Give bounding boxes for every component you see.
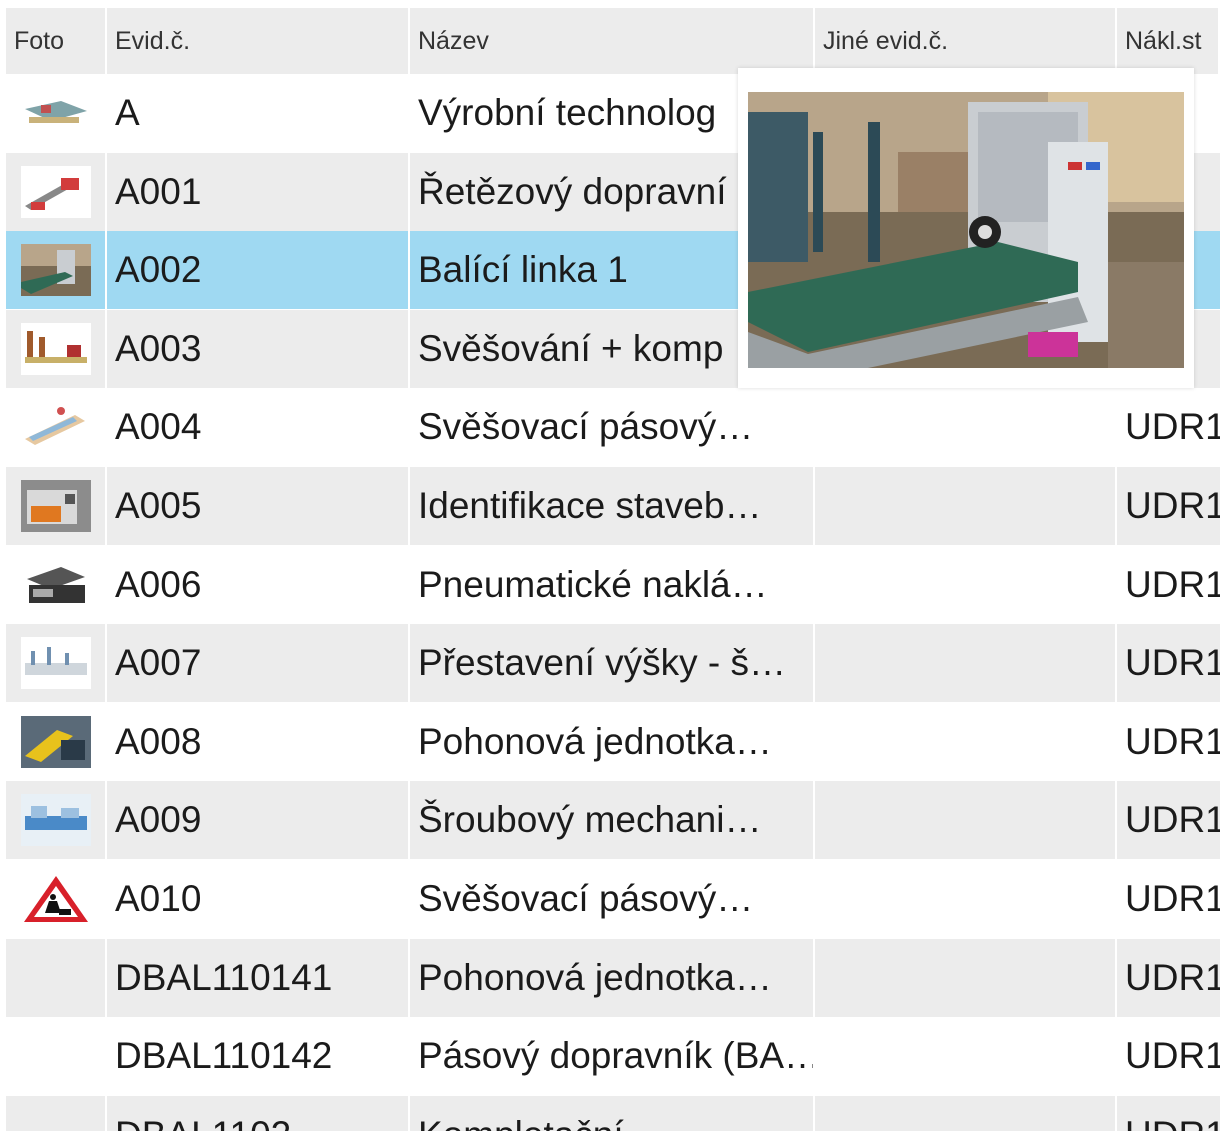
row-evid-cell: A002: [107, 231, 410, 310]
row-photo-cell[interactable]: [6, 702, 107, 781]
column-header-nazev[interactable]: Název: [410, 8, 815, 74]
row-photo-cell[interactable]: [6, 545, 107, 624]
row-photo-cell[interactable]: [6, 152, 107, 231]
pneumatic-loader-thumbnail-icon: [20, 558, 91, 611]
row-jine-cell: [815, 938, 1117, 1017]
table-row[interactable]: A006 Pneumatické naklá… UDR1: [6, 545, 1220, 624]
row-nakl-cell: UDR1: [1125, 956, 1220, 998]
row-nazev-cell: Svěšovací pásový…: [410, 388, 815, 467]
row-evid-cell: A: [107, 74, 410, 152]
chain-conveyor-thumbnail-icon: [20, 165, 91, 218]
table-row[interactable]: A005 Identifikace staveb… UDR1: [6, 467, 1220, 545]
row-evid-cell: A006: [107, 545, 410, 624]
table-row[interactable]: A004 Svěšovací pásový… UDR1: [6, 388, 1220, 467]
building-id-thumbnail-icon: [20, 480, 91, 532]
height-adjust-thumbnail-icon: [20, 637, 91, 690]
row-nazev-cell: Kompletační…: [410, 1095, 815, 1131]
table-row[interactable]: A010 Svěšovací pásový… UDR1: [6, 860, 1220, 938]
column-header-nakl[interactable]: Nákl.st: [1117, 8, 1220, 74]
row-nakl-cell: UDR1: [1125, 878, 1220, 919]
row-photo-cell[interactable]: [6, 860, 107, 938]
row-photo-cell[interactable]: [6, 624, 107, 703]
grid-header: Foto Evid.č. Název Jiné evid.č. Nákl.st: [6, 8, 1220, 74]
row-nazev-cell: Pohonová jednotka…: [410, 938, 815, 1017]
table-row[interactable]: DBAL110141 Pohonová jednotka… UDR1: [6, 938, 1220, 1017]
row-photo-cell[interactable]: [6, 1095, 107, 1131]
column-header-evid[interactable]: Evid.č.: [107, 8, 410, 74]
row-evid-cell: A001: [107, 152, 410, 231]
drive-unit-thumbnail-icon: [20, 715, 91, 768]
table-row[interactable]: DBAL110142 Pásový dopravník (BA… UDR1: [6, 1017, 1220, 1096]
work-in-progress-sign-icon: [20, 873, 91, 925]
row-nazev-cell: Identifikace staveb…: [410, 467, 815, 545]
row-nazev-cell: Přestavení výšky - š…: [410, 624, 815, 703]
row-photo-cell[interactable]: [6, 74, 107, 152]
row-nakl-cell: UDR1: [1125, 720, 1220, 762]
row-nakl-cell: UDR1: [1125, 1035, 1220, 1077]
table-row[interactable]: DBAL1102…Kompletační… UDR1: [6, 1095, 1220, 1131]
row-evid-cell: A005: [107, 467, 410, 545]
row-nazev-cell: Pneumatické naklá…: [410, 545, 815, 624]
row-photo-cell[interactable]: [6, 231, 107, 310]
row-jine-cell: [815, 702, 1117, 781]
row-jine-cell: [815, 860, 1117, 938]
row-evid-cell: DBAL110141: [107, 938, 410, 1017]
row-evid-cell: DBAL1102…: [107, 1095, 410, 1131]
table-row[interactable]: A009 Šroubový mechani… UDR1: [6, 781, 1220, 860]
row-jine-cell: [815, 388, 1117, 467]
row-evid-cell: A008: [107, 702, 410, 781]
row-photo-cell[interactable]: [6, 1017, 107, 1096]
column-header-jine[interactable]: Jiné evid.č.: [815, 8, 1117, 74]
row-nakl-cell: UDR1: [1125, 563, 1220, 605]
row-evid-cell: A003: [107, 309, 410, 388]
row-nakl-cell: UDR1: [1125, 799, 1220, 841]
row-jine-cell: [815, 467, 1117, 545]
row-evid-cell: A010: [107, 860, 410, 938]
photo-preview-popup: [738, 68, 1194, 388]
hanging-assembly-thumbnail-icon: [20, 322, 91, 375]
row-jine-cell: [815, 624, 1117, 703]
belt-conveyor-thumbnail-icon: [20, 401, 91, 454]
technology-line-thumbnail-icon: [20, 87, 91, 139]
row-photo-cell[interactable]: [6, 781, 107, 860]
row-nazev-cell: Pohonová jednotka…: [410, 702, 815, 781]
row-evid-cell: A009: [107, 781, 410, 860]
row-evid-cell: A004: [107, 388, 410, 467]
row-jine-cell: [815, 545, 1117, 624]
table-row[interactable]: A007 Přestavení výšky - š… UDR1: [6, 624, 1220, 703]
row-nazev-cell: Šroubový mechani…: [410, 781, 815, 860]
row-nakl-cell: UDR1: [1125, 642, 1220, 684]
column-header-foto[interactable]: Foto: [6, 8, 107, 74]
screw-mechanism-thumbnail-icon: [20, 794, 91, 847]
row-nakl-cell: UDR1: [1117, 1096, 1220, 1131]
table-row[interactable]: A008 Pohonová jednotka… UDR1: [6, 702, 1220, 781]
packing-line-photo-preview-icon: [748, 92, 1184, 368]
row-nakl-cell: UDR1: [1125, 406, 1220, 448]
row-jine-cell: [815, 1095, 1117, 1131]
row-jine-cell: [815, 781, 1117, 860]
row-photo-cell[interactable]: [6, 309, 107, 388]
row-nakl-cell: UDR1: [1125, 485, 1220, 526]
row-nazev-cell: Pásový dopravník (BA…: [410, 1017, 815, 1096]
row-photo-cell[interactable]: [6, 938, 107, 1017]
row-nazev-cell: Svěšovací pásový…: [410, 860, 815, 938]
row-evid-cell: DBAL110142: [107, 1017, 410, 1096]
row-evid-cell: A007: [107, 624, 410, 703]
packing-line-thumbnail-icon: [20, 244, 91, 297]
row-jine-cell: [815, 1017, 1117, 1096]
row-photo-cell[interactable]: [6, 467, 107, 545]
row-photo-cell[interactable]: [6, 388, 107, 467]
